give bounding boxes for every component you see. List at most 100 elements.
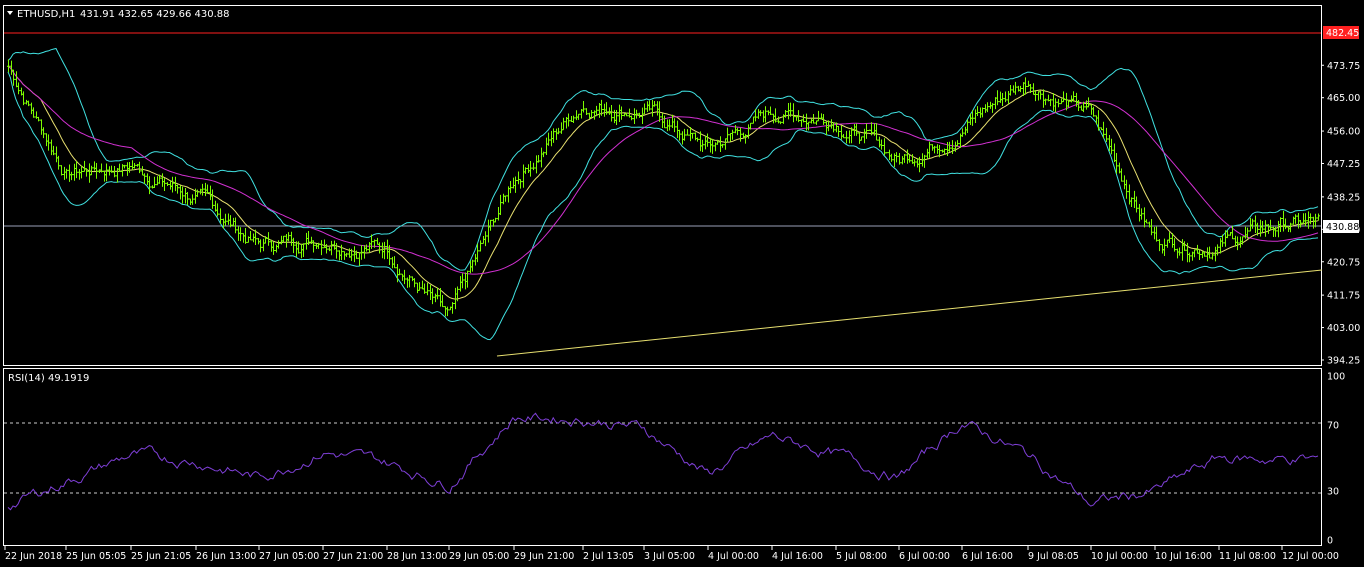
candle-bar (224, 213, 227, 226)
ohlc-values: 431.91 432.65 429.66 430.88 (80, 9, 230, 20)
dropdown-triangle-icon[interactable] (7, 11, 13, 15)
candle-bar (582, 101, 585, 113)
candle-bar (1060, 98, 1063, 105)
candle-bar (388, 245, 391, 266)
candle-bar (153, 176, 156, 189)
candle-bar (174, 176, 177, 192)
candle-bar (487, 219, 490, 243)
time-tick-label: 6 Jul 16:00 (962, 551, 1013, 562)
candle-bar (890, 153, 893, 162)
candle-bar (535, 155, 538, 174)
candle-bar (128, 161, 131, 173)
candle-bar (459, 276, 462, 292)
candle-bar (1294, 214, 1297, 224)
rsi-panel-frame (3, 368, 1322, 546)
bollinger-lower (7, 71, 1319, 341)
time-tick-label: 6 Jul 00:00 (899, 551, 950, 562)
candle-bar (1138, 203, 1141, 222)
time-tick-label: 26 Jun 13:00 (196, 551, 256, 562)
candle-bar (1042, 89, 1045, 108)
candle-bar (991, 103, 994, 113)
candle-bar (234, 217, 237, 234)
candle-bar (1054, 98, 1057, 113)
candle-bar (383, 241, 386, 260)
candle-bar (123, 164, 126, 169)
candle-bar (431, 288, 434, 305)
candle-bar (1214, 246, 1217, 262)
candle-bar (227, 213, 230, 225)
candle-bar (464, 272, 467, 290)
candle-bar (37, 116, 40, 122)
candle-bar (171, 176, 174, 193)
candle-bar (1224, 230, 1227, 247)
candle-bar (635, 109, 638, 119)
candle-bar (95, 162, 98, 179)
time-tick-label: 25 Jun 05:05 (66, 551, 126, 562)
price-tick-label: 456.00 (1327, 127, 1360, 138)
candle-bar (413, 278, 416, 288)
candle-bar (55, 146, 58, 163)
candle-bar (643, 103, 646, 115)
candle-bar (1092, 106, 1095, 117)
candle-bar (560, 122, 563, 134)
candle-bar (1168, 232, 1171, 243)
bollinger-upper (7, 47, 1319, 271)
candle-bar (244, 227, 247, 244)
candle-bar (1261, 221, 1264, 233)
time-tick-label: 27 Jun 21:00 (323, 551, 383, 562)
time-tick-label: 2 Jul 13:05 (583, 551, 634, 562)
candle-bar (1097, 110, 1100, 131)
candle-bar (901, 156, 904, 165)
candle-bar (976, 106, 979, 116)
candle-bar (45, 133, 48, 147)
candle-bar (426, 282, 429, 296)
candle-bar (807, 121, 810, 131)
candle-bar (537, 155, 540, 163)
ma-fast-line (7, 65, 1319, 300)
candle-bar (704, 135, 707, 150)
candle-bar (1304, 213, 1307, 227)
candle-bar (156, 176, 159, 186)
candle-bar (1133, 190, 1136, 209)
candle-bar (1219, 238, 1222, 254)
candle-bar (529, 160, 532, 177)
candle-bar (398, 268, 401, 276)
candle-bar (1113, 143, 1116, 162)
candle-bar (668, 119, 671, 131)
chart[interactable]: ETHUSD,H1 431.91 432.65 429.66 430.88 47… (0, 0, 1364, 567)
time-tick-label: 5 Jul 08:00 (836, 551, 887, 562)
candle-bar (840, 125, 843, 140)
candle-bar (1302, 213, 1305, 224)
candle-bar (787, 102, 790, 120)
candle-bar (75, 161, 78, 179)
candle-bar (630, 115, 633, 121)
candle-bar (1236, 236, 1239, 251)
trendline[interactable] (496, 269, 1323, 357)
candle-bar (17, 82, 20, 95)
candle-bar (731, 129, 734, 140)
time-tick-label: 3 Jul 05:00 (644, 551, 695, 562)
time-tick-label: 12 Jul 00:00 (1282, 551, 1339, 562)
candle-bar (328, 247, 331, 252)
time-tick-label: 22 Jun 2018 (5, 551, 62, 562)
candle-bar (1269, 219, 1272, 230)
candle-bar (1145, 219, 1148, 224)
candle-bar (52, 145, 55, 156)
candle-bar (1259, 219, 1262, 237)
candle-bar (1052, 93, 1055, 111)
candle-bar (83, 160, 86, 172)
candle-bar (1158, 238, 1161, 252)
candle-bar (15, 71, 18, 88)
candle-bar (1178, 247, 1181, 256)
candle-bar (272, 241, 275, 255)
candle-bar (648, 100, 651, 111)
candle-bar (661, 112, 664, 129)
price-tick-label: 473.75 (1327, 61, 1360, 72)
candle-bar (729, 132, 732, 142)
candle-bar (262, 238, 265, 252)
candle-bar (1183, 241, 1186, 251)
candle-bar (726, 127, 729, 143)
candle-bar (585, 108, 588, 116)
candle-bar (42, 127, 45, 139)
candle-bar (1267, 223, 1270, 234)
